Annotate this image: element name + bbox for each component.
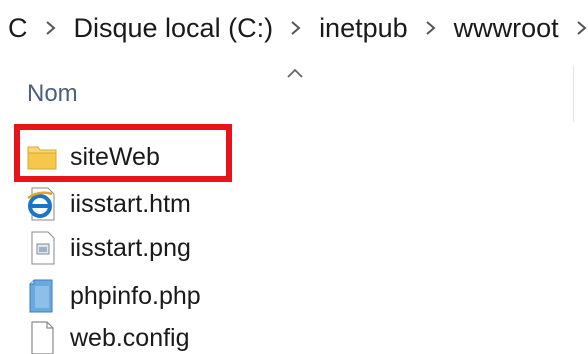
- list-item-iisstart-png[interactable]: iisstart.png: [26, 228, 191, 268]
- html-file-icon: [26, 186, 58, 222]
- breadcrumb[interactable]: C Disque local (C:) inetpub wwwroot: [0, 4, 588, 52]
- breadcrumb-item-root[interactable]: C: [8, 13, 28, 44]
- breadcrumb-item-local-disk[interactable]: Disque local (C:): [74, 13, 274, 44]
- config-file-icon: [26, 320, 58, 354]
- file-name: iisstart.png: [70, 233, 191, 262]
- breadcrumb-item-inetpub[interactable]: inetpub: [319, 13, 408, 44]
- file-name: web.config: [70, 323, 190, 352]
- chevron-right-icon[interactable]: [289, 18, 303, 38]
- list-item-phpinfo-php[interactable]: phpinfo.php: [26, 276, 201, 316]
- php-file-icon: [26, 278, 58, 314]
- column-divider[interactable]: [573, 66, 574, 122]
- breadcrumb-item-wwwroot[interactable]: wwwroot: [454, 13, 559, 44]
- file-name: iisstart.htm: [70, 189, 191, 218]
- highlight-annotation: [14, 124, 232, 182]
- list-item-iisstart-htm[interactable]: iisstart.htm: [26, 184, 191, 224]
- list-item-web-config[interactable]: web.config: [26, 318, 190, 354]
- column-header-name[interactable]: Nom: [27, 80, 78, 108]
- image-file-icon: [26, 230, 58, 266]
- chevron-right-icon[interactable]: [575, 18, 588, 38]
- chevron-right-icon[interactable]: [424, 18, 438, 38]
- file-name: phpinfo.php: [70, 281, 201, 310]
- chevron-right-icon[interactable]: [44, 18, 58, 38]
- sort-ascending-icon[interactable]: [285, 66, 305, 80]
- file-explorer-window: C Disque local (C:) inetpub wwwroot Nom …: [0, 0, 588, 354]
